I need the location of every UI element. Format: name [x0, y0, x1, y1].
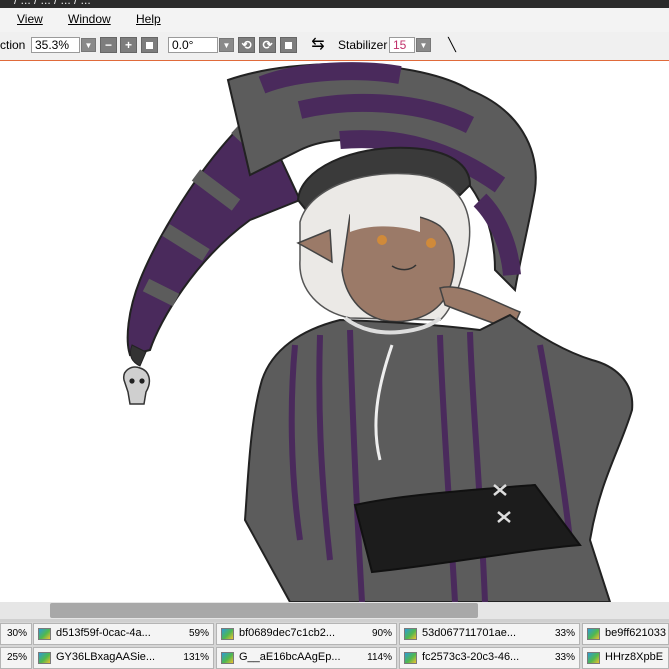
tab-name: GY36LBxagAASie...	[56, 651, 156, 663]
image-file-icon	[38, 628, 51, 640]
window-title: / ... / ... / ... / ...	[14, 0, 91, 7]
image-file-icon	[38, 652, 51, 664]
tab-name: d513f59f-0cac-4a...	[56, 627, 151, 639]
stabilizer-dropdown-button[interactable]: ▼	[416, 38, 431, 52]
rotate-cw-button[interactable]: ⟳	[259, 37, 276, 53]
drawing-canvas[interactable]	[0, 61, 669, 602]
pen-pressure-icon[interactable]: ╲	[443, 37, 461, 53]
menu-window[interactable]: Window	[68, 12, 111, 26]
tab-name: 53d067711701ae...	[422, 627, 516, 639]
file-tab[interactable]: HHrz8XpbE	[582, 647, 669, 669]
tab-name: G__aE16bcAAgEp...	[239, 651, 341, 663]
tool-options-bar: ction 35.3% ▼ − + 0.0° ▼ ⟲ ⟳ ⇆ Stabilize…	[0, 32, 669, 61]
zoom-field[interactable]: 35.3%	[31, 37, 80, 53]
menu-help-label: Help	[136, 12, 161, 26]
image-file-icon	[221, 628, 234, 640]
artwork-illustration	[123, 62, 634, 602]
file-tab[interactable]: 25%	[0, 647, 32, 669]
tab-zoom: 131%	[183, 652, 209, 663]
file-tab[interactable]: d513f59f-0cac-4a... 59%	[33, 623, 214, 645]
tab-zoom: 33%	[554, 628, 575, 639]
menu-bar: View Window Help	[0, 8, 669, 32]
file-tabs: 30% d513f59f-0cac-4a... 59% bf0689dec7c1c…	[0, 622, 669, 669]
tab-zoom: 59%	[188, 628, 209, 639]
tab-zoom: 33%	[554, 652, 575, 663]
menu-view[interactable]: View	[17, 12, 43, 26]
file-tab[interactable]: 30%	[0, 623, 32, 645]
tab-name: HHrz8XpbE	[605, 651, 664, 663]
menu-help[interactable]: Help	[136, 12, 161, 26]
menu-window-label: Window	[68, 12, 111, 26]
file-tab[interactable]: 53d067711701ae... 33%	[399, 623, 580, 645]
square-icon	[285, 42, 292, 49]
correction-label: ction	[0, 38, 26, 52]
stabilizer-field[interactable]: 15	[389, 37, 415, 53]
zoom-dropdown-button[interactable]: ▼	[81, 38, 96, 52]
zoom-reset-button[interactable]	[141, 37, 158, 53]
tab-zoom: 90%	[371, 628, 392, 639]
rotation-reset-button[interactable]	[280, 37, 297, 53]
image-file-icon	[587, 652, 600, 664]
rotation-field[interactable]: 0.0°	[168, 37, 218, 53]
tab-zoom: 25%	[6, 652, 27, 663]
flip-horizontal-button[interactable]: ⇆	[308, 37, 328, 53]
file-tab[interactable]: fc2573c3-20c3-46... 33%	[399, 647, 580, 669]
scrollbar-thumb[interactable]	[50, 603, 478, 618]
tab-zoom: 30%	[6, 628, 27, 639]
rotation-dropdown-button[interactable]: ▼	[219, 38, 234, 52]
menu-view-label: View	[17, 12, 43, 26]
rotate-ccw-button[interactable]: ⟲	[238, 37, 255, 53]
image-file-icon	[404, 652, 417, 664]
image-file-icon	[404, 628, 417, 640]
tab-name: fc2573c3-20c3-46...	[422, 651, 520, 663]
zoom-in-button[interactable]: +	[120, 37, 137, 53]
file-tab[interactable]: GY36LBxagAASie... 131%	[33, 647, 214, 669]
title-bar: / ... / ... / ... / ...	[0, 0, 669, 8]
tab-name: bf0689dec7c1cb2...	[239, 627, 336, 639]
tab-name: be9ff621033	[605, 627, 666, 639]
file-tab[interactable]: bf0689dec7c1cb2... 90%	[216, 623, 397, 645]
tab-zoom: 114%	[367, 652, 392, 663]
zoom-out-button[interactable]: −	[100, 37, 117, 53]
file-tab[interactable]: G__aE16bcAAgEp... 114%	[216, 647, 397, 669]
image-file-icon	[587, 628, 600, 640]
square-icon	[146, 42, 153, 49]
file-tab[interactable]: be9ff621033	[582, 623, 669, 645]
image-file-icon	[221, 652, 234, 664]
horizontal-scrollbar[interactable]	[0, 602, 669, 619]
stabilizer-label: Stabilizer	[338, 38, 388, 52]
